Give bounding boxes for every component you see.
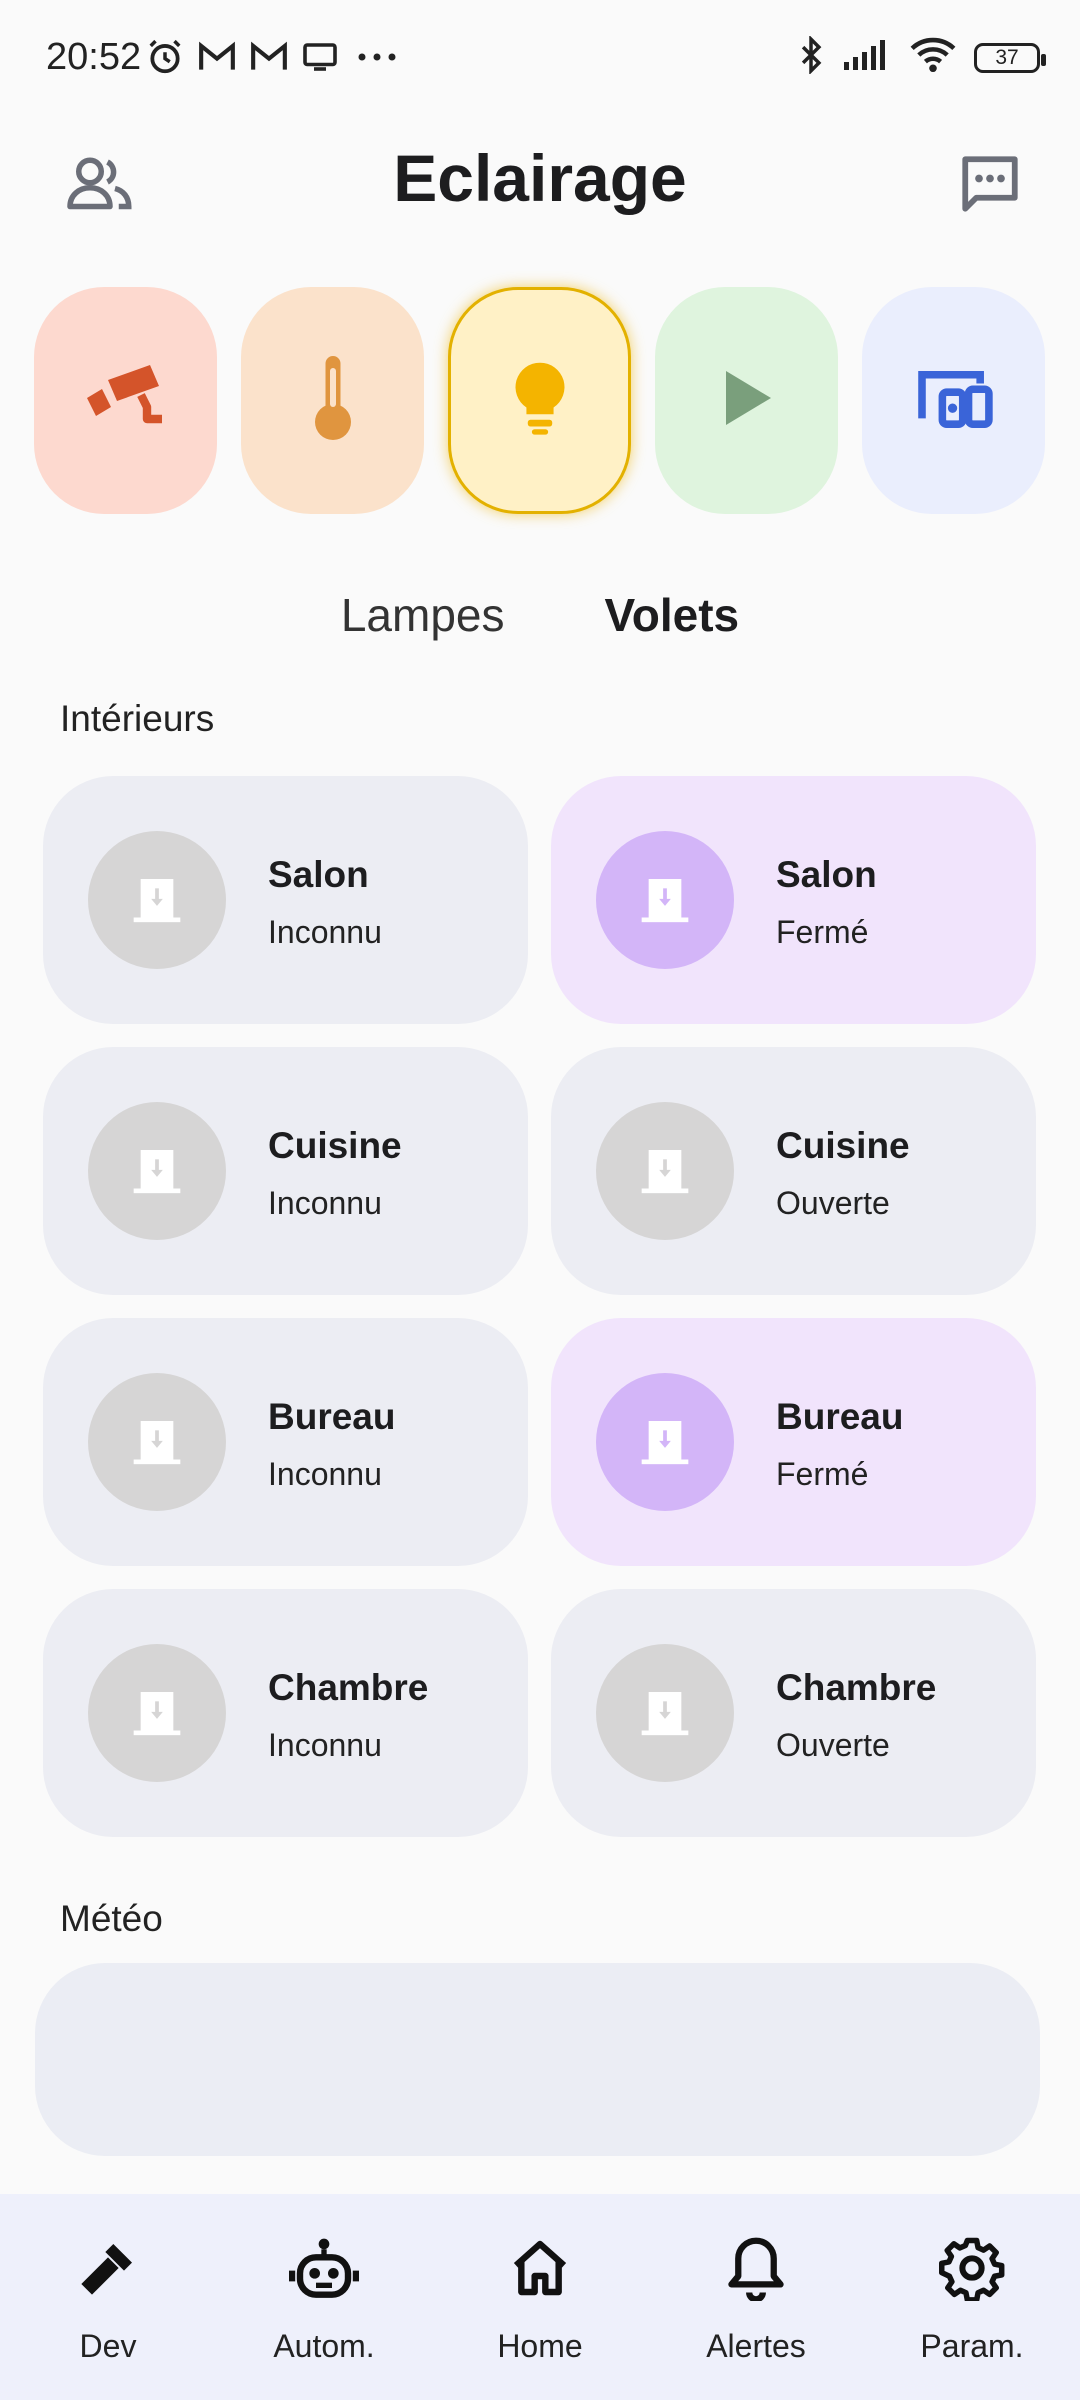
nav-label: Home [497,2328,583,2364]
shutter-icon [88,1373,226,1511]
category-devices[interactable] [862,287,1045,514]
shutter-state: Inconnu [268,914,382,950]
gmail-icon [250,40,288,79]
page-title: Eclairage [393,141,687,215]
lightbulb-icon [511,360,569,441]
home-icon [502,2230,578,2306]
shutter-state: Inconnu [268,1727,382,1763]
shutter-card-text: Bureau Inconnu [268,1396,395,1493]
category-selector [34,287,1045,514]
shutter-name: Cuisine [268,1125,402,1166]
hammer-icon [70,2230,146,2306]
shutter-state: Inconnu [268,1456,382,1492]
shutter-card[interactable]: Salon Fermé [551,776,1036,1024]
message-icon[interactable] [950,144,1030,224]
shutter-card-text: Bureau Fermé [776,1396,903,1493]
category-lighting[interactable] [448,287,631,514]
screen-icon [302,41,338,78]
camera-icon [81,361,171,440]
nav-label: Param. [920,2328,1024,2364]
shutter-icon [596,1102,734,1240]
shutter-card-text: Chambre Inconnu [268,1667,428,1764]
bluetooth-icon [798,34,824,79]
tab-bar: Lampes Volets [0,588,1080,642]
shutter-name: Salon [776,854,877,895]
alarm-icon [146,38,184,81]
nav-item-param[interactable]: Param. [864,2194,1080,2400]
shutter-icon [596,1644,734,1782]
shutter-name: Bureau [268,1396,396,1437]
nav-item-autom[interactable]: Autom. [216,2194,432,2400]
shutter-card[interactable]: Bureau Fermé [551,1318,1036,1566]
shutter-state: Ouverte [776,1185,890,1221]
nav-item-home[interactable]: Home [432,2194,648,2400]
weather-card[interactable] [35,1963,1040,2156]
shutter-grid: Salon Inconnu Salon Fermé Cuisine Inconnu Cuis… [43,776,1038,1837]
shutter-state: Inconnu [268,1185,382,1221]
more-dots-icon [352,50,402,69]
tab-lampes[interactable]: Lampes [341,588,505,642]
bottom-nav: Dev Autom. Home Alertes Param. [0,2194,1080,2400]
robot-icon [286,2230,362,2306]
section-title-weather: Météo [60,1898,163,1939]
thermometer-icon [309,353,357,448]
shutter-card[interactable]: Chambre Inconnu [43,1589,528,1837]
shutter-name: Bureau [776,1396,904,1437]
status-time: 20:52 [46,36,142,78]
bell-icon [718,2230,794,2306]
shutter-card-text: Chambre Ouverte [776,1667,936,1764]
shutter-state: Fermé [776,1456,869,1492]
shutter-name: Salon [268,854,369,895]
shutter-card-text: Cuisine Inconnu [268,1125,402,1222]
nav-item-dev[interactable]: Dev [0,2194,216,2400]
shutter-card-text: Cuisine Ouverte [776,1125,910,1222]
shutter-card[interactable]: Cuisine Ouverte [551,1047,1036,1295]
play-icon [720,368,774,433]
category-cameras[interactable] [34,287,217,514]
shutter-name: Chambre [776,1667,937,1708]
status-bar: 20:52 37 [0,0,1080,120]
signal-icon [842,38,892,77]
shutter-name: Cuisine [776,1125,910,1166]
nav-label: Alertes [706,2328,806,2364]
gmail-icon [198,40,236,79]
battery-icon: 37 [974,42,1046,73]
shutter-state: Ouverte [776,1727,890,1763]
shutter-card-text: Salon Inconnu [268,854,382,951]
shutter-card[interactable]: Chambre Ouverte [551,1589,1036,1837]
section-title-interior: Intérieurs [60,698,215,739]
shutter-icon [596,1373,734,1511]
tab-volets[interactable]: Volets [605,588,740,642]
nav-label: Dev [79,2328,137,2364]
shutter-card[interactable]: Salon Inconnu [43,776,528,1024]
shutter-icon [88,1644,226,1782]
shutter-card-text: Salon Fermé [776,854,877,951]
shutter-name: Chambre [268,1667,429,1708]
gear-icon [934,2230,1010,2306]
shutter-card[interactable]: Bureau Inconnu [43,1318,528,1566]
nav-label: Autom. [273,2328,375,2364]
shutter-icon [596,831,734,969]
nav-item-alertes[interactable]: Alertes [648,2194,864,2400]
category-temperature[interactable] [241,287,424,514]
shutter-state: Fermé [776,914,869,950]
shutter-icon [88,1102,226,1240]
devices-icon [912,366,996,435]
category-media[interactable] [655,287,838,514]
shutter-card[interactable]: Cuisine Inconnu [43,1047,528,1295]
shutter-icon [88,831,226,969]
wifi-icon [910,37,956,78]
